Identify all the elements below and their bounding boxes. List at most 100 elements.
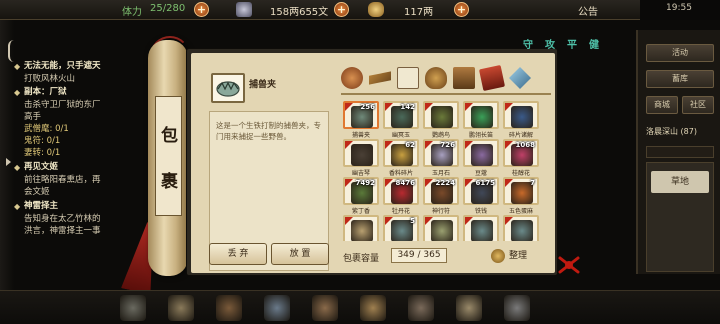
inventory-slot[interactable]: 7492	[343, 177, 379, 205]
stamina-value: 25/280	[150, 3, 186, 14]
item-art-icon	[431, 106, 453, 128]
clock-area: 19:55	[640, 0, 720, 20]
inventory-slot[interactable]: 7	[503, 177, 539, 205]
gem-icon[interactable]	[509, 67, 531, 89]
quest-title[interactable]: 副本：厂狱	[24, 87, 67, 97]
mode-tab-peace[interactable]: 平	[564, 36, 580, 51]
quest-line: 高手	[24, 112, 42, 122]
inventory-slot[interactable]: 5	[383, 215, 419, 241]
pet-icon[interactable]	[120, 295, 146, 321]
item-art-icon	[511, 220, 533, 241]
item-name: 豆蔻	[474, 170, 487, 177]
item-name: 神行符	[431, 208, 450, 215]
item-art-icon	[431, 220, 453, 241]
category-tabs	[341, 64, 551, 93]
quest-stat: 武僧麾: 0/1	[24, 124, 69, 134]
place-button[interactable]: 放 置	[271, 243, 329, 265]
quest-tracker: ◆ 无法无能，只手遮天 打败风林火山 ◆ 副本：厂狱 击杀守卫厂狱的东厂 高手 …	[14, 56, 129, 246]
scroll-title-char: 裹	[161, 172, 178, 192]
settings-icon[interactable]	[504, 295, 530, 321]
inventory-slot[interactable]: 142	[383, 101, 419, 129]
item-name: 碎片诸解	[508, 132, 533, 139]
inventory-slot[interactable]: 1068	[503, 139, 539, 167]
add-coins-button[interactable]: +	[334, 2, 349, 17]
quest-title[interactable]: 无法无能，只手遮天	[24, 61, 101, 71]
coin-icon	[236, 2, 252, 17]
inventory-slot[interactable]: 726	[423, 139, 459, 167]
bottom-action-bar	[0, 290, 720, 324]
map-option-grass[interactable]: 草地	[651, 171, 709, 193]
quest-diamond-icon: ◆	[14, 88, 21, 97]
quest-diamond-icon: ◆	[14, 163, 21, 172]
item-name: 鹏翎长笛	[468, 132, 493, 139]
item-name: 鹦鹉鸟	[431, 132, 450, 139]
inventory-slot[interactable]	[423, 215, 459, 241]
quest-line: 击杀守卫厂狱的东厂	[24, 100, 101, 110]
inventory-slot[interactable]	[503, 101, 539, 129]
book-icon[interactable]	[478, 64, 506, 92]
inventory-slot[interactable]: 6175	[463, 177, 499, 205]
inventory-slot[interactable]	[423, 101, 459, 129]
add-stamina-button[interactable]: +	[194, 2, 209, 17]
quest-title[interactable]: 神雷择主	[24, 201, 58, 211]
item-art-icon	[351, 144, 373, 166]
inventory-slot[interactable]: 256	[343, 101, 379, 129]
inventory-slot[interactable]: 62	[383, 139, 419, 167]
coins-value: 158两655文	[270, 7, 329, 18]
parchment: 捕兽夹 这是一个生铁打制的捕兽夹，专门用来捕捉一些野兽。 丢 弃 放 置 256…	[191, 53, 555, 273]
storage-button[interactable]: 蓄库	[646, 70, 714, 88]
shop-button[interactable]: 商城	[646, 96, 678, 114]
scroll-icon[interactable]	[397, 67, 419, 89]
events-button[interactable]: 活动	[646, 44, 714, 62]
quest-title[interactable]: 再见文姬	[24, 162, 58, 172]
inventory-slot[interactable]	[343, 139, 379, 167]
horse-icon[interactable]	[216, 295, 242, 321]
close-icon[interactable]	[556, 254, 582, 276]
mode-tabs: 守 攻 平 健	[520, 36, 610, 51]
skill-icon[interactable]	[264, 295, 290, 321]
sort-button[interactable]: 整理	[491, 247, 537, 265]
crossbow-icon[interactable]	[369, 71, 391, 85]
craft-icon[interactable]	[408, 295, 434, 321]
expand-triangle-icon[interactable]	[6, 158, 11, 166]
item-count: 2224	[435, 179, 455, 187]
item-grid: 256 捕兽夹 142 幽冥玉 鹦鹉鸟 鹏翎长笛 碎片诸解 幽吉琴 62 香料碎片 726 玉月石 豆蔻…	[341, 99, 545, 241]
bag-icon[interactable]	[360, 295, 386, 321]
inventory-slot[interactable]	[463, 101, 499, 129]
inventory-slot[interactable]	[463, 139, 499, 167]
inventory-slot[interactable]: 8476	[383, 177, 419, 205]
announcement-button[interactable]: 公告	[578, 3, 598, 18]
item-count: 726	[440, 141, 455, 149]
mode-tab-attack[interactable]: 攻	[542, 36, 558, 51]
sort-bag-icon	[491, 249, 505, 263]
add-silver-button[interactable]: +	[454, 2, 469, 17]
item-description: 这是一个生铁打制的捕兽夹，专门用来捕捉一些野兽。	[216, 121, 321, 141]
left-edge	[0, 20, 14, 324]
quest-icon[interactable]	[456, 295, 482, 321]
mode-tab-defend[interactable]: 守	[520, 36, 536, 51]
scroll-title-plate: 包 裹	[155, 96, 182, 216]
community-button[interactable]: 社区	[682, 96, 714, 114]
silver-ingot-icon	[368, 2, 384, 17]
inventory-slot[interactable]: 2224	[423, 177, 459, 205]
bag-icon[interactable]	[341, 67, 363, 89]
item-name: 香料碎片	[388, 170, 413, 177]
discard-button[interactable]: 丢 弃	[209, 243, 267, 265]
item-count: 8476	[395, 179, 415, 187]
item-count: 7492	[355, 179, 375, 187]
item-art-icon	[351, 220, 373, 241]
team-icon[interactable]	[312, 295, 338, 321]
item-art-icon	[511, 106, 533, 128]
box-icon[interactable]	[453, 67, 475, 89]
quest-line: 前往略阳春熏店，再	[24, 175, 101, 185]
item-count: 1068	[515, 141, 535, 149]
item-count: 7	[530, 179, 535, 187]
inventory-slot[interactable]	[463, 215, 499, 241]
inventory-slot[interactable]	[343, 215, 379, 241]
item-art-icon	[471, 106, 493, 128]
item-name: 紫丁香	[351, 208, 370, 215]
sword-icon[interactable]	[168, 295, 194, 321]
gourd-icon[interactable]	[425, 67, 447, 89]
mode-tab-health[interactable]: 健	[586, 36, 602, 51]
inventory-slot[interactable]	[503, 215, 539, 241]
